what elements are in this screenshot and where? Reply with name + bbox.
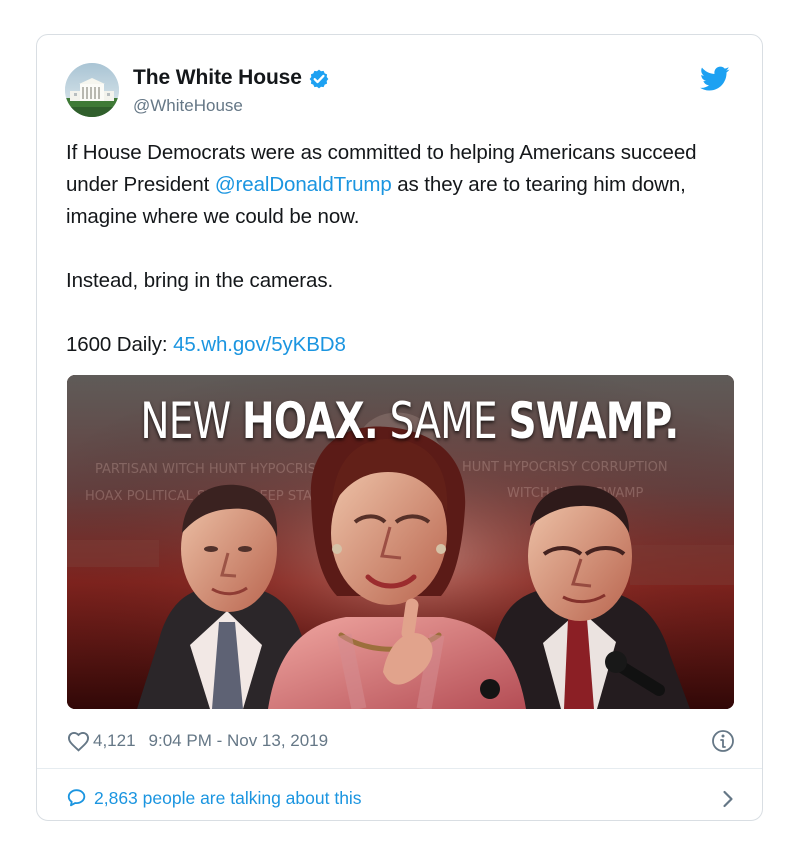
chevron-right-icon[interactable] [721,789,734,809]
tweet-paragraph-one: If House Democrats were as committed to … [66,137,726,233]
heart-icon[interactable] [67,731,90,752]
author-name-line[interactable]: The White House [133,66,330,90]
conversation-link[interactable]: 2,863 people are talking about this [66,783,736,813]
tweet-link-line: 1600 Daily: 45.wh.gov/5yKBD8 [66,329,726,361]
tweet-header: The White House @WhiteHouse [65,63,735,121]
info-icon[interactable] [711,729,735,753]
like-count[interactable]: 4,121 [93,731,136,751]
author-handle[interactable]: @WhiteHouse [133,96,243,116]
card-divider [37,768,762,769]
twitter-bird-icon[interactable] [700,66,730,92]
mention-link[interactable]: @realDonaldTrump [215,173,392,196]
link-prefix: 1600 Daily: [66,333,174,356]
headline-word-swamp: SWAMP. [508,392,680,450]
tweet-text: If House Democrats were as committed to … [66,137,726,361]
svg-text:HUNT HYPOCRISY CORRUPTION: HUNT HYPOCRISY CORRUPTION [462,460,668,475]
shortened-url-link[interactable]: 45.wh.gov/5yKBD8 [173,333,346,356]
white-house-avatar[interactable] [65,63,119,117]
headline-word-hoax: HOAX. [242,392,379,450]
comment-icon [67,789,86,807]
tweet-media-image[interactable]: PARTISAN WITCH HUNT HYPOCRISY CORRUPTION… [67,375,734,709]
tweet-meta-row: 4,121 9:04 PM - Nov 13, 2019 [67,726,735,756]
tweet-paragraph-two: Instead, bring in the cameras. [66,269,334,292]
tweet-timestamp[interactable]: 9:04 PM - Nov 13, 2019 [149,731,329,751]
verified-badge-icon [309,69,329,88]
headline-word-same: SAME [389,392,498,450]
conversation-label[interactable]: 2,863 people are talking about this [94,788,362,809]
headline-word-new: NEW [140,392,231,450]
white-house-avatar-image [65,63,119,117]
image-headline: NEW HOAX. SAME SWAMP. [140,384,679,458]
embedded-tweet-card[interactable]: The White House @WhiteHouse If House Dem… [36,34,763,821]
author-display-name[interactable]: The White House [133,66,302,90]
